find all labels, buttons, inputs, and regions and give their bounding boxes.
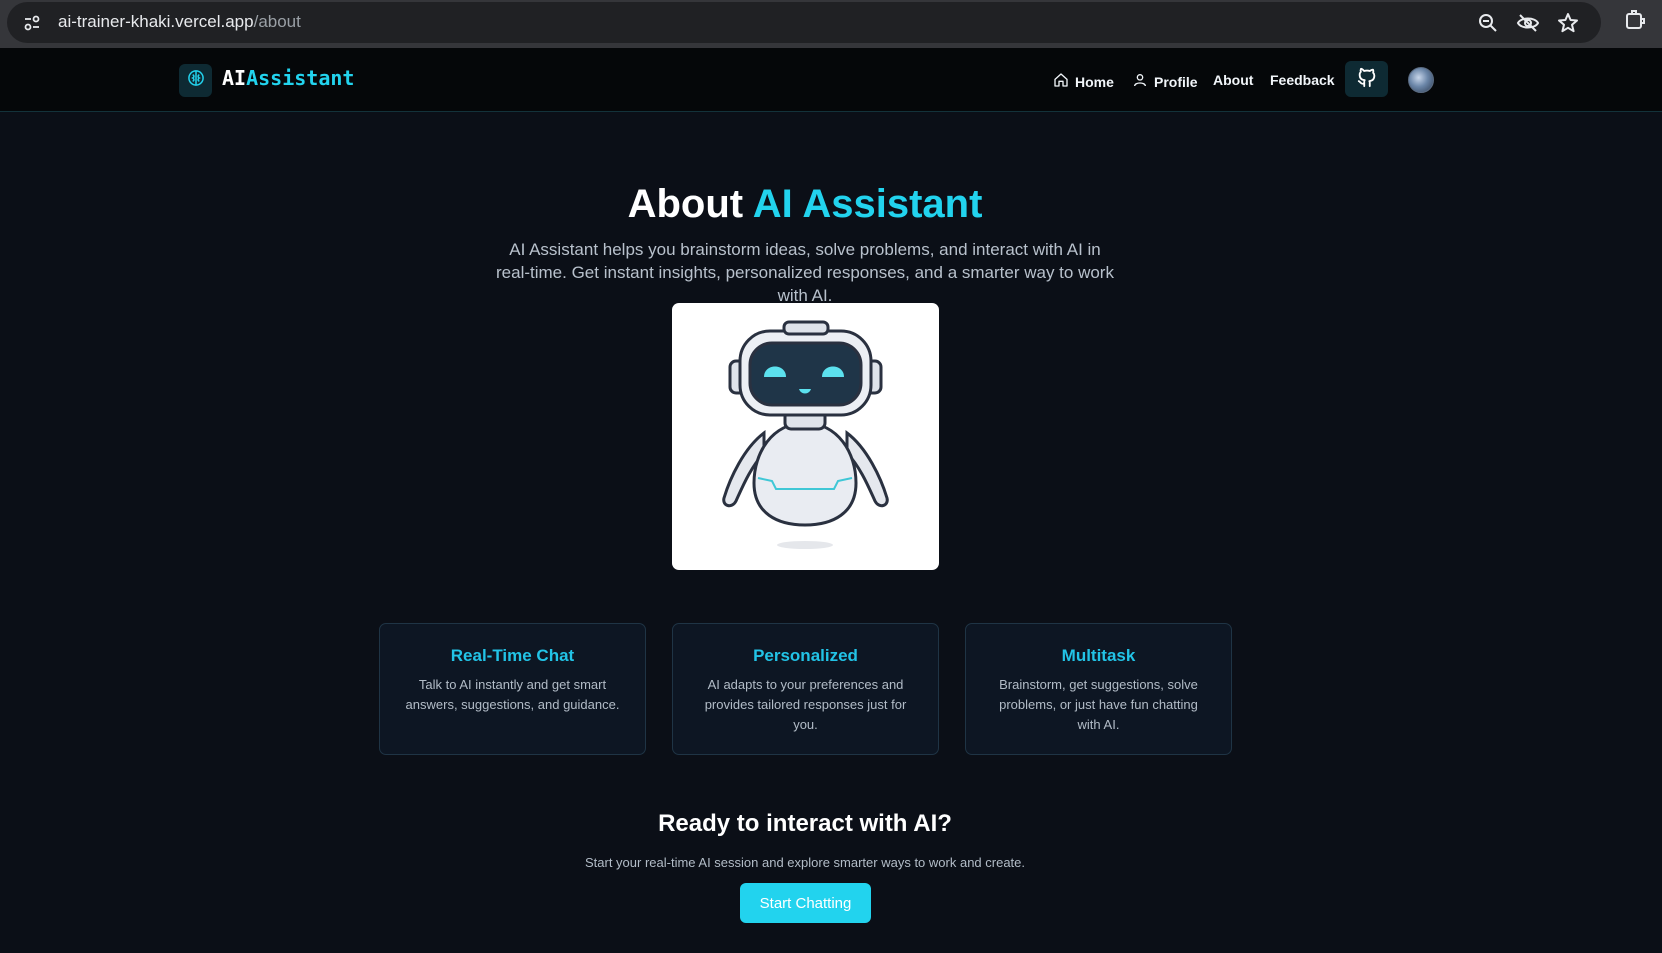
nav-feedback-label: Feedback xyxy=(1270,72,1335,88)
cta-subtitle: Start your real-time AI session and expl… xyxy=(584,855,1026,870)
robot-image-card xyxy=(672,303,939,570)
page-description: AI Assistant helps you brainstorm ideas,… xyxy=(496,240,1114,305)
user-icon xyxy=(1132,72,1148,91)
address-bar[interactable]: ai-trainer-khaki.vercel.app/about xyxy=(7,2,1601,43)
feature-title: Personalized xyxy=(753,646,858,665)
page-title: About AI Assistant xyxy=(0,182,1610,227)
logo-prefix: AI xyxy=(222,66,247,90)
feature-text: Talk to AI instantly and get smart answe… xyxy=(405,677,620,712)
brain-icon xyxy=(186,68,206,93)
nav-feedback[interactable]: Feedback xyxy=(1270,72,1335,88)
nav-home-label: Home xyxy=(1075,73,1114,90)
nav-about[interactable]: About xyxy=(1213,72,1253,88)
site-info-icon[interactable] xyxy=(21,12,43,34)
eye-slash-icon[interactable] xyxy=(1516,11,1540,35)
feature-text: Brainstorm, get suggestions, solve probl… xyxy=(999,677,1198,732)
feature-card-realtime-chat: Real-Time Chat Talk to AI instantly and … xyxy=(379,623,646,755)
title-prefix: About xyxy=(627,182,744,226)
url-host: ai-trainer-khaki.vercel.app xyxy=(58,12,254,31)
extensions-icon[interactable] xyxy=(1623,8,1647,32)
nav-profile-label: Profile xyxy=(1154,73,1198,90)
robot-illustration xyxy=(722,320,889,549)
nav-home[interactable]: Home xyxy=(1053,72,1114,91)
feature-title: Multitask xyxy=(1061,646,1136,665)
start-chatting-button[interactable]: Start Chatting xyxy=(740,883,871,923)
feature-card-multitask: Multitask Brainstorm, get suggestions, s… xyxy=(965,623,1232,755)
github-button[interactable] xyxy=(1345,61,1388,97)
site-logo[interactable]: AIAssistant xyxy=(222,66,354,90)
feature-card-personalized: Personalized AI adapts to your preferenc… xyxy=(672,623,939,755)
logo-suffix: Assistant xyxy=(246,66,355,90)
nav-profile[interactable]: Profile xyxy=(1132,72,1198,91)
url-text[interactable]: ai-trainer-khaki.vercel.app/about xyxy=(58,12,301,32)
zoom-icon[interactable] xyxy=(1476,11,1500,35)
star-icon[interactable] xyxy=(1556,11,1580,35)
feature-text: AI adapts to your preferences and provid… xyxy=(704,677,907,732)
browser-toolbar: ai-trainer-khaki.vercel.app/about xyxy=(0,0,1662,48)
url-path: /about xyxy=(253,12,301,31)
title-accent: AI Assistant xyxy=(752,182,983,226)
cta-title: Ready to interact with AI? xyxy=(658,810,952,837)
github-icon xyxy=(1356,66,1378,93)
site-header: AIAssistant Home Profile About Feedback xyxy=(0,48,1662,112)
feature-title: Real-Time Chat xyxy=(450,646,575,665)
logo-badge[interactable] xyxy=(179,64,212,97)
home-icon xyxy=(1053,72,1069,91)
nav-about-label: About xyxy=(1213,72,1254,88)
avatar[interactable] xyxy=(1408,67,1434,93)
